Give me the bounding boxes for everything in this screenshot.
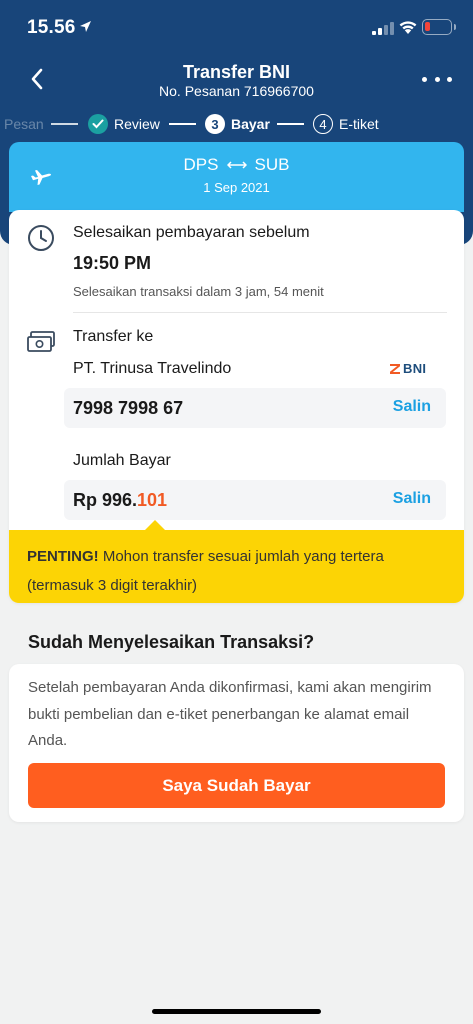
page-title: Transfer BNI (182, 62, 291, 82)
check-icon (88, 114, 108, 134)
transfer-label: Transfer ke (73, 328, 154, 345)
amount-label: Jumlah Bayar (73, 452, 171, 469)
more-button[interactable] (422, 68, 452, 90)
warning-banner: PENTING! Mohon transfer sesuai jumlah ya… (9, 530, 464, 603)
amount-value: Rp 996.101 (73, 490, 168, 510)
wifi-icon (399, 21, 417, 34)
flight-date: 1 Sep 2021 (203, 180, 270, 195)
order-number: No. Pesanan 716966700 (159, 83, 314, 99)
confirmation-card: Setelah pembayaran Anda dikonfirmasi, ka… (9, 664, 464, 822)
nav-bar: Transfer BNI No. Pesanan 716966700 (0, 56, 473, 106)
step-etiket: 4 E-tiket (313, 112, 379, 136)
double-arrow-icon (226, 161, 247, 169)
battery-icon (422, 19, 456, 35)
home-indicator (152, 1009, 321, 1014)
flight-summary: DPS SUB 1 Sep 2021 (9, 142, 464, 212)
account-number: 7998 7998 67 (73, 398, 184, 418)
amount-unique-digits: 101 (137, 490, 168, 510)
step-pesan: Pesan (4, 116, 44, 132)
money-icon (27, 331, 55, 352)
paid-button[interactable]: Saya Sudah Bayar (28, 763, 445, 808)
location-arrow-icon (80, 21, 91, 32)
deadline-note: Selesaikan transaksi dalam 3 jam, 54 men… (73, 284, 324, 299)
step-connector (169, 123, 196, 125)
account-number-row: 7998 7998 67 Salin (64, 388, 446, 428)
step-connector (277, 123, 304, 125)
origin-code: DPS (183, 155, 219, 174)
confirmation-text: Setelah pembayaran Anda dikonfirmasi, ka… (28, 679, 432, 749)
warning-pointer (145, 520, 165, 530)
flight-route: DPS SUB (9, 155, 464, 175)
step-connector (51, 123, 78, 125)
amount-row: Rp 996.101 Salin (64, 480, 446, 520)
progress-steps: Pesan Review 3 Bayar 4 E-tiket (0, 112, 473, 136)
destination-code: SUB (254, 155, 290, 174)
recipient-company: PT. Trinusa Travelindo (73, 360, 232, 377)
status-bar: 15.56 (0, 0, 473, 56)
copy-account-button[interactable]: Salin (393, 398, 431, 416)
step-bayar: 3 Bayar (205, 112, 270, 136)
deadline-time: 19:50 PM (73, 253, 152, 273)
signal-icon (372, 22, 394, 35)
clock-icon (28, 225, 54, 251)
more-icon (422, 76, 427, 82)
bank-name: BNI (403, 361, 427, 376)
confirmation-title: Sudah Menyelesaikan Transaksi? (28, 632, 315, 652)
divider (73, 312, 447, 313)
bni-logo: BNI (390, 361, 426, 376)
copy-amount-button[interactable]: Salin (393, 490, 431, 508)
deadline-label: Selesaikan pembayaran sebelum (73, 224, 310, 241)
payment-card: Selesaikan pembayaran sebelum 19:50 PM S… (9, 210, 464, 603)
step-review: Review (88, 112, 160, 136)
status-time: 15.56 (27, 17, 76, 38)
